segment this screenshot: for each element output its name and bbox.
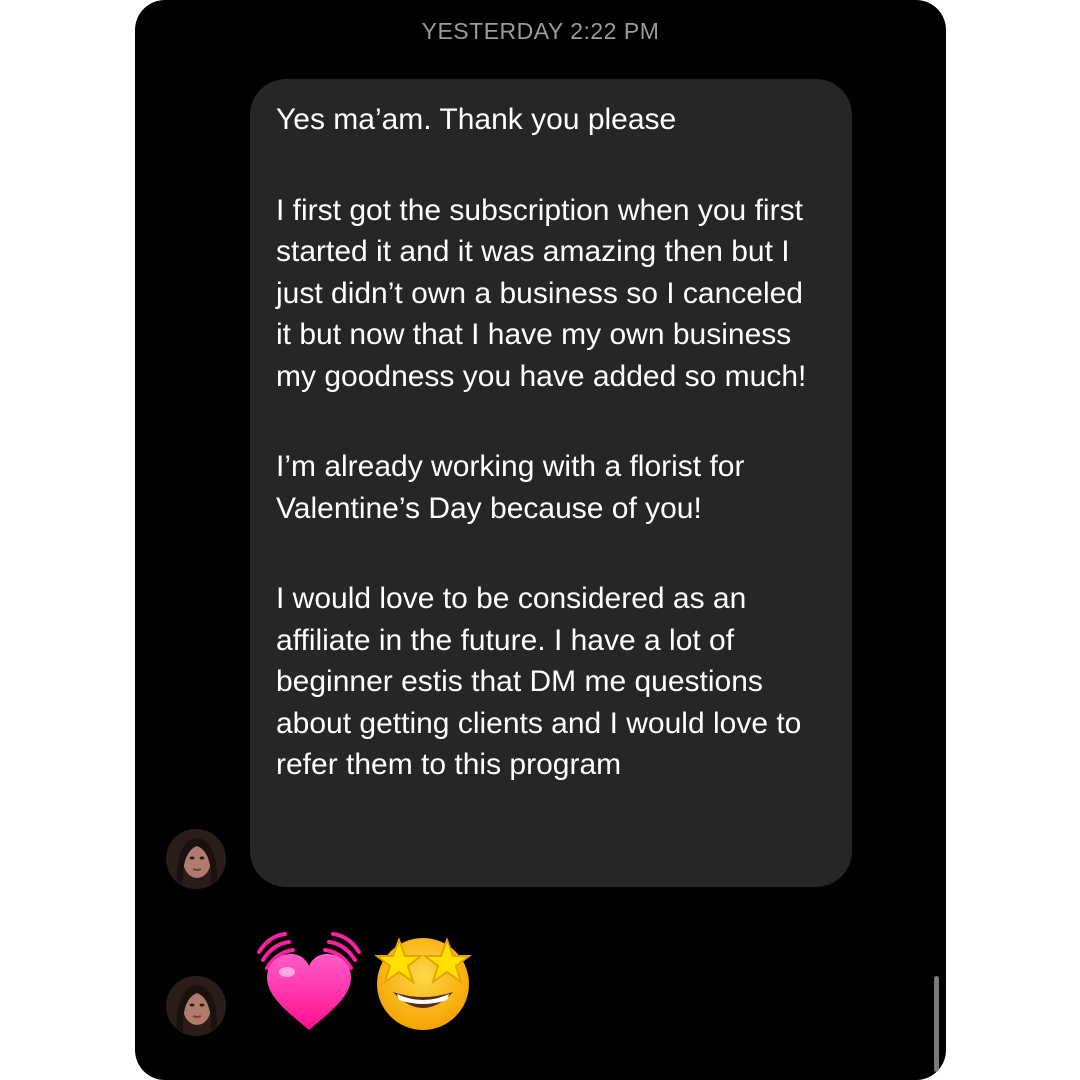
message-paragraph: I first got the subscription when you fi…	[276, 193, 807, 393]
chat-screen: YESTERDAY 2:22 PM Yes ma’am. Thank you p…	[135, 0, 946, 1080]
star-struck-emoji-icon[interactable]	[369, 926, 477, 1034]
scrollbar[interactable]	[934, 976, 939, 1072]
message-timestamp: YESTERDAY 2:22 PM	[421, 18, 660, 44]
message-bubble[interactable]: Yes ma’am. Thank you please I first got …	[250, 79, 852, 887]
avatar-photo-icon	[167, 830, 225, 888]
sender-avatar[interactable]	[167, 977, 225, 1035]
sender-avatar[interactable]	[167, 830, 225, 888]
message-paragraph: I’m already working with a florist for V…	[276, 450, 745, 525]
beating-heart-emoji-icon[interactable]	[253, 928, 365, 1036]
message-paragraph: I would love to be considered as an affi…	[276, 582, 802, 781]
avatar-photo-icon	[167, 977, 225, 1035]
message-paragraph: Yes ma’am. Thank you please	[276, 103, 677, 136]
